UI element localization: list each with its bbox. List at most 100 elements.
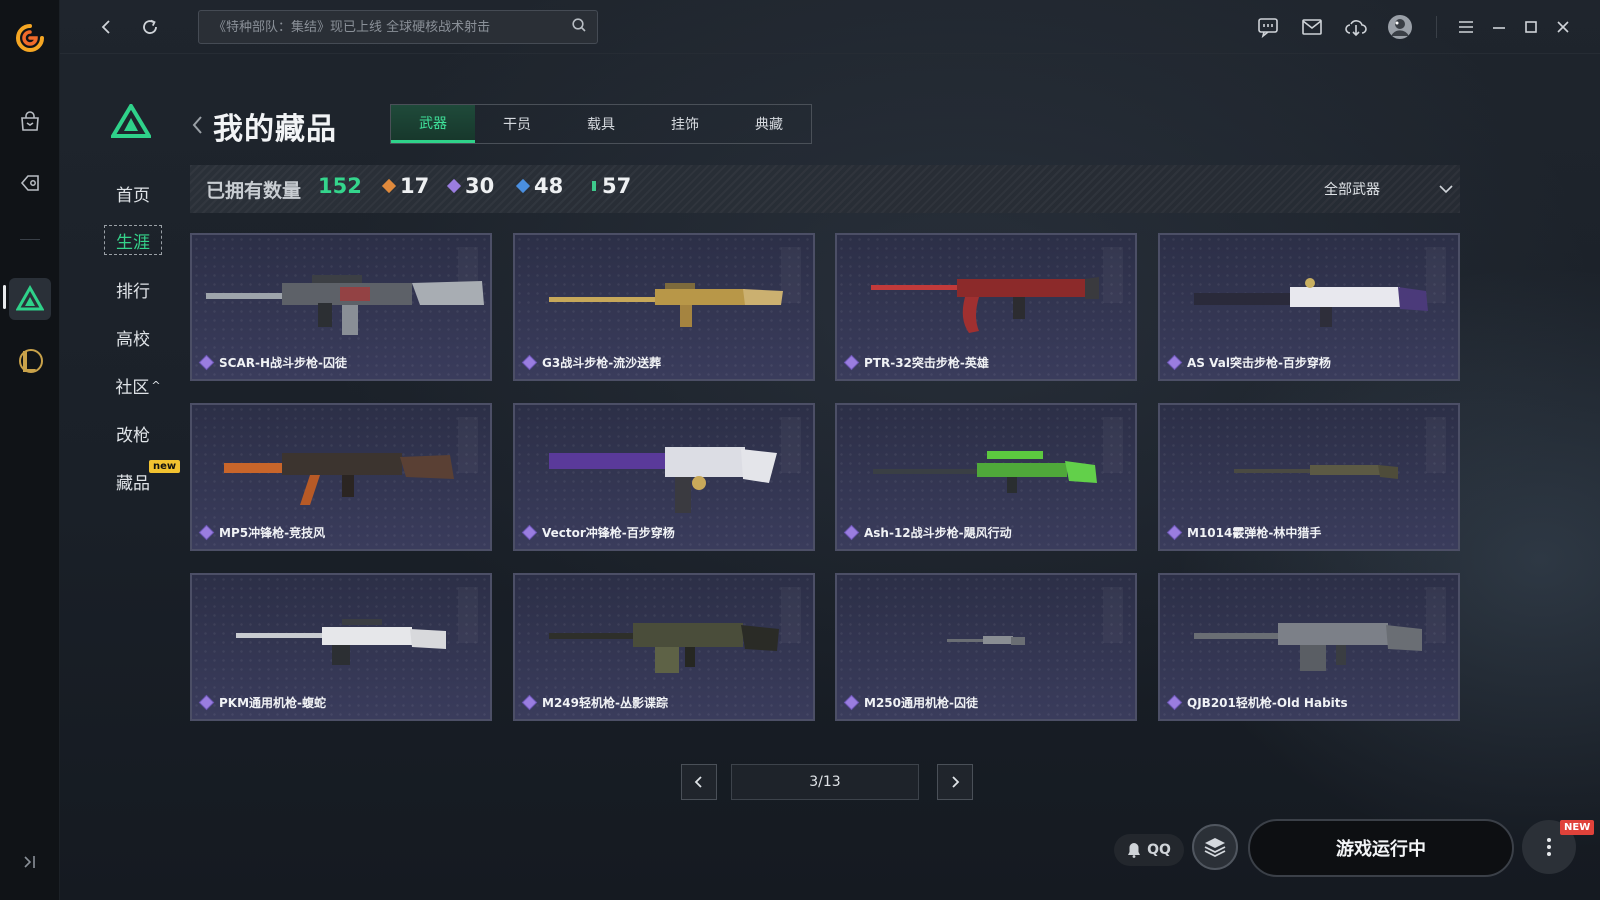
rarity-purple-icon [200, 526, 213, 539]
delta-force-icon[interactable] [14, 283, 46, 315]
app-logo[interactable] [14, 22, 46, 54]
weapon-name: AS Val突击步枪-百步穿杨 [1187, 356, 1331, 370]
left-rail [0, 0, 60, 900]
bell-icon [1128, 843, 1141, 858]
weapon-name-row: Vector冲锋枪-百步穿杨 [523, 524, 675, 541]
maximize-icon[interactable] [1518, 14, 1544, 40]
rarity-purple-icon [1168, 356, 1181, 369]
expand-icon[interactable] [20, 852, 40, 872]
weapon-name-row: M1014霰弹枪-林中猎手 [1168, 524, 1321, 541]
nav-career[interactable]: 生涯 [104, 225, 162, 255]
refresh-icon[interactable] [136, 13, 164, 41]
rarity-purple-icon [523, 526, 536, 539]
weapon-card[interactable]: G3战斗步枪-流沙送葬 [513, 233, 815, 381]
rarity-green-value: 57 [602, 174, 632, 198]
weapon-card[interactable]: QJB201轻机枪-Old Habits [1158, 573, 1460, 721]
weapon-name: PTR-32突击步枪-英雄 [864, 356, 989, 370]
nav-college[interactable]: 高校 [104, 322, 162, 352]
weapon-image [236, 619, 446, 665]
chat-icon[interactable] [1255, 14, 1281, 40]
stats-bar: 已拥有数量 152 17 30 48 57 全部武器 [190, 165, 1460, 213]
rarity-purple-icon [200, 696, 213, 709]
next-page-button[interactable] [937, 764, 973, 800]
mail-icon[interactable] [1299, 14, 1325, 40]
search-bar[interactable] [198, 10, 598, 44]
tab-charms[interactable]: 挂饰 [643, 105, 727, 143]
weapon-name-row: Ash-12战斗步枪-飓风行动 [845, 524, 1012, 541]
close-icon[interactable] [1550, 14, 1576, 40]
tab-collection[interactable]: 典藏 [727, 105, 811, 143]
owned-count-label: 已拥有数量 [206, 180, 302, 202]
rarity-purple-value: 30 [465, 174, 495, 198]
owned-total: 152 [318, 174, 362, 198]
weapon-name: QJB201轻机枪-Old Habits [1187, 696, 1348, 710]
weapon-card[interactable]: PTR-32突击步枪-英雄 [835, 233, 1137, 381]
tab-vehicles[interactable]: 载具 [559, 105, 643, 143]
weapon-card[interactable]: AS Val突击步枪-百步穿杨 [1158, 233, 1460, 381]
new-badge: new [149, 460, 181, 473]
nav-modify-gun[interactable]: 改枪 [104, 418, 162, 448]
weapon-name: MP5冲锋枪-竞技风 [219, 526, 326, 540]
qq-label: QQ [1147, 842, 1171, 858]
chevron-right-icon [952, 776, 960, 788]
avatar[interactable] [1387, 14, 1413, 40]
menu-icon[interactable] [1453, 14, 1479, 40]
rarity-purple-icon [446, 178, 462, 194]
prev-page-button[interactable] [681, 764, 717, 800]
weapon-name: Ash-12战斗步枪-飓风行动 [864, 526, 1012, 540]
rarity-purple-icon [1168, 696, 1181, 709]
nav-ranking[interactable]: 排行 [104, 274, 162, 304]
game-running-button[interactable]: 游戏运行中 [1248, 819, 1514, 877]
search-icon[interactable] [571, 17, 587, 37]
weapon-name: SCAR-H战斗步枪-囚徒 [219, 356, 347, 370]
store-icon[interactable] [14, 106, 46, 138]
weapon-card[interactable]: Ash-12战斗步枪-飓风行动 [835, 403, 1137, 551]
back-chevron-icon[interactable] [190, 114, 206, 136]
nav-home[interactable]: 首页 [104, 178, 162, 208]
download-icon[interactable] [1343, 14, 1369, 40]
weapon-name: Vector冲锋枪-百步穿杨 [542, 526, 675, 540]
weapon-card[interactable]: PKM通用机枪-蝮蛇 [190, 573, 492, 721]
tab-weapons[interactable]: 武器 [391, 105, 475, 143]
rarity-orange-icon [381, 178, 397, 194]
search-input[interactable] [213, 19, 571, 35]
weapon-card[interactable]: M249轻机枪-丛影谍踪 [513, 573, 815, 721]
weapon-image [873, 451, 1097, 493]
new-tag: NEW [1560, 820, 1595, 835]
weapon-card[interactable]: M250通用机枪-囚徒 [835, 573, 1137, 721]
nav-community[interactable]: 社区 ^ [108, 370, 168, 400]
league-icon[interactable] [14, 345, 46, 377]
weapon-card[interactable]: Vector冲锋枪-百步穿杨 [513, 403, 815, 551]
weapon-card[interactable]: M1014霰弹枪-林中猎手 [1158, 403, 1460, 551]
rarity-purple-icon [523, 356, 536, 369]
game-tag-icon[interactable] [14, 167, 46, 199]
weapon-filter-label: 全部武器 [1324, 182, 1380, 198]
more-icon [1547, 838, 1551, 856]
weapon-name: M250通用机枪-囚徒 [864, 696, 978, 710]
weapon-image [549, 447, 777, 513]
qq-status-button[interactable]: QQ [1114, 834, 1184, 866]
weapon-name: PKM通用机枪-蝮蛇 [219, 696, 327, 710]
top-bar [60, 0, 1600, 54]
minimize-icon[interactable] [1486, 14, 1512, 40]
tab-operators[interactable]: 干员 [475, 105, 559, 143]
weapon-name-row: PTR-32突击步枪-英雄 [845, 354, 989, 371]
rarity-green-count: 57 [592, 174, 631, 198]
weapon-image [947, 636, 1025, 645]
rarity-purple-count: 30 [446, 174, 495, 198]
chevron-left-icon [694, 776, 702, 788]
weapon-card[interactable]: SCAR-H战斗步枪-囚徒 [190, 233, 492, 381]
weapon-image [1194, 623, 1422, 671]
rarity-blue-icon [515, 178, 531, 194]
rarity-green-icon [592, 181, 596, 191]
nav-community-label: 社区 [115, 377, 150, 398]
weapon-image [549, 623, 779, 673]
layers-button[interactable] [1192, 824, 1238, 870]
chevron-down-icon [1439, 185, 1453, 194]
weapon-filter-dropdown[interactable]: 全部武器 [1324, 178, 1454, 200]
weapon-card[interactable]: MP5冲锋枪-竞技风 [190, 403, 492, 551]
weapon-name-row: M250通用机枪-囚徒 [845, 694, 978, 711]
weapon-image [871, 277, 1099, 333]
back-icon[interactable] [92, 13, 120, 41]
weapon-name: M249轻机枪-丛影谍踪 [542, 696, 668, 710]
